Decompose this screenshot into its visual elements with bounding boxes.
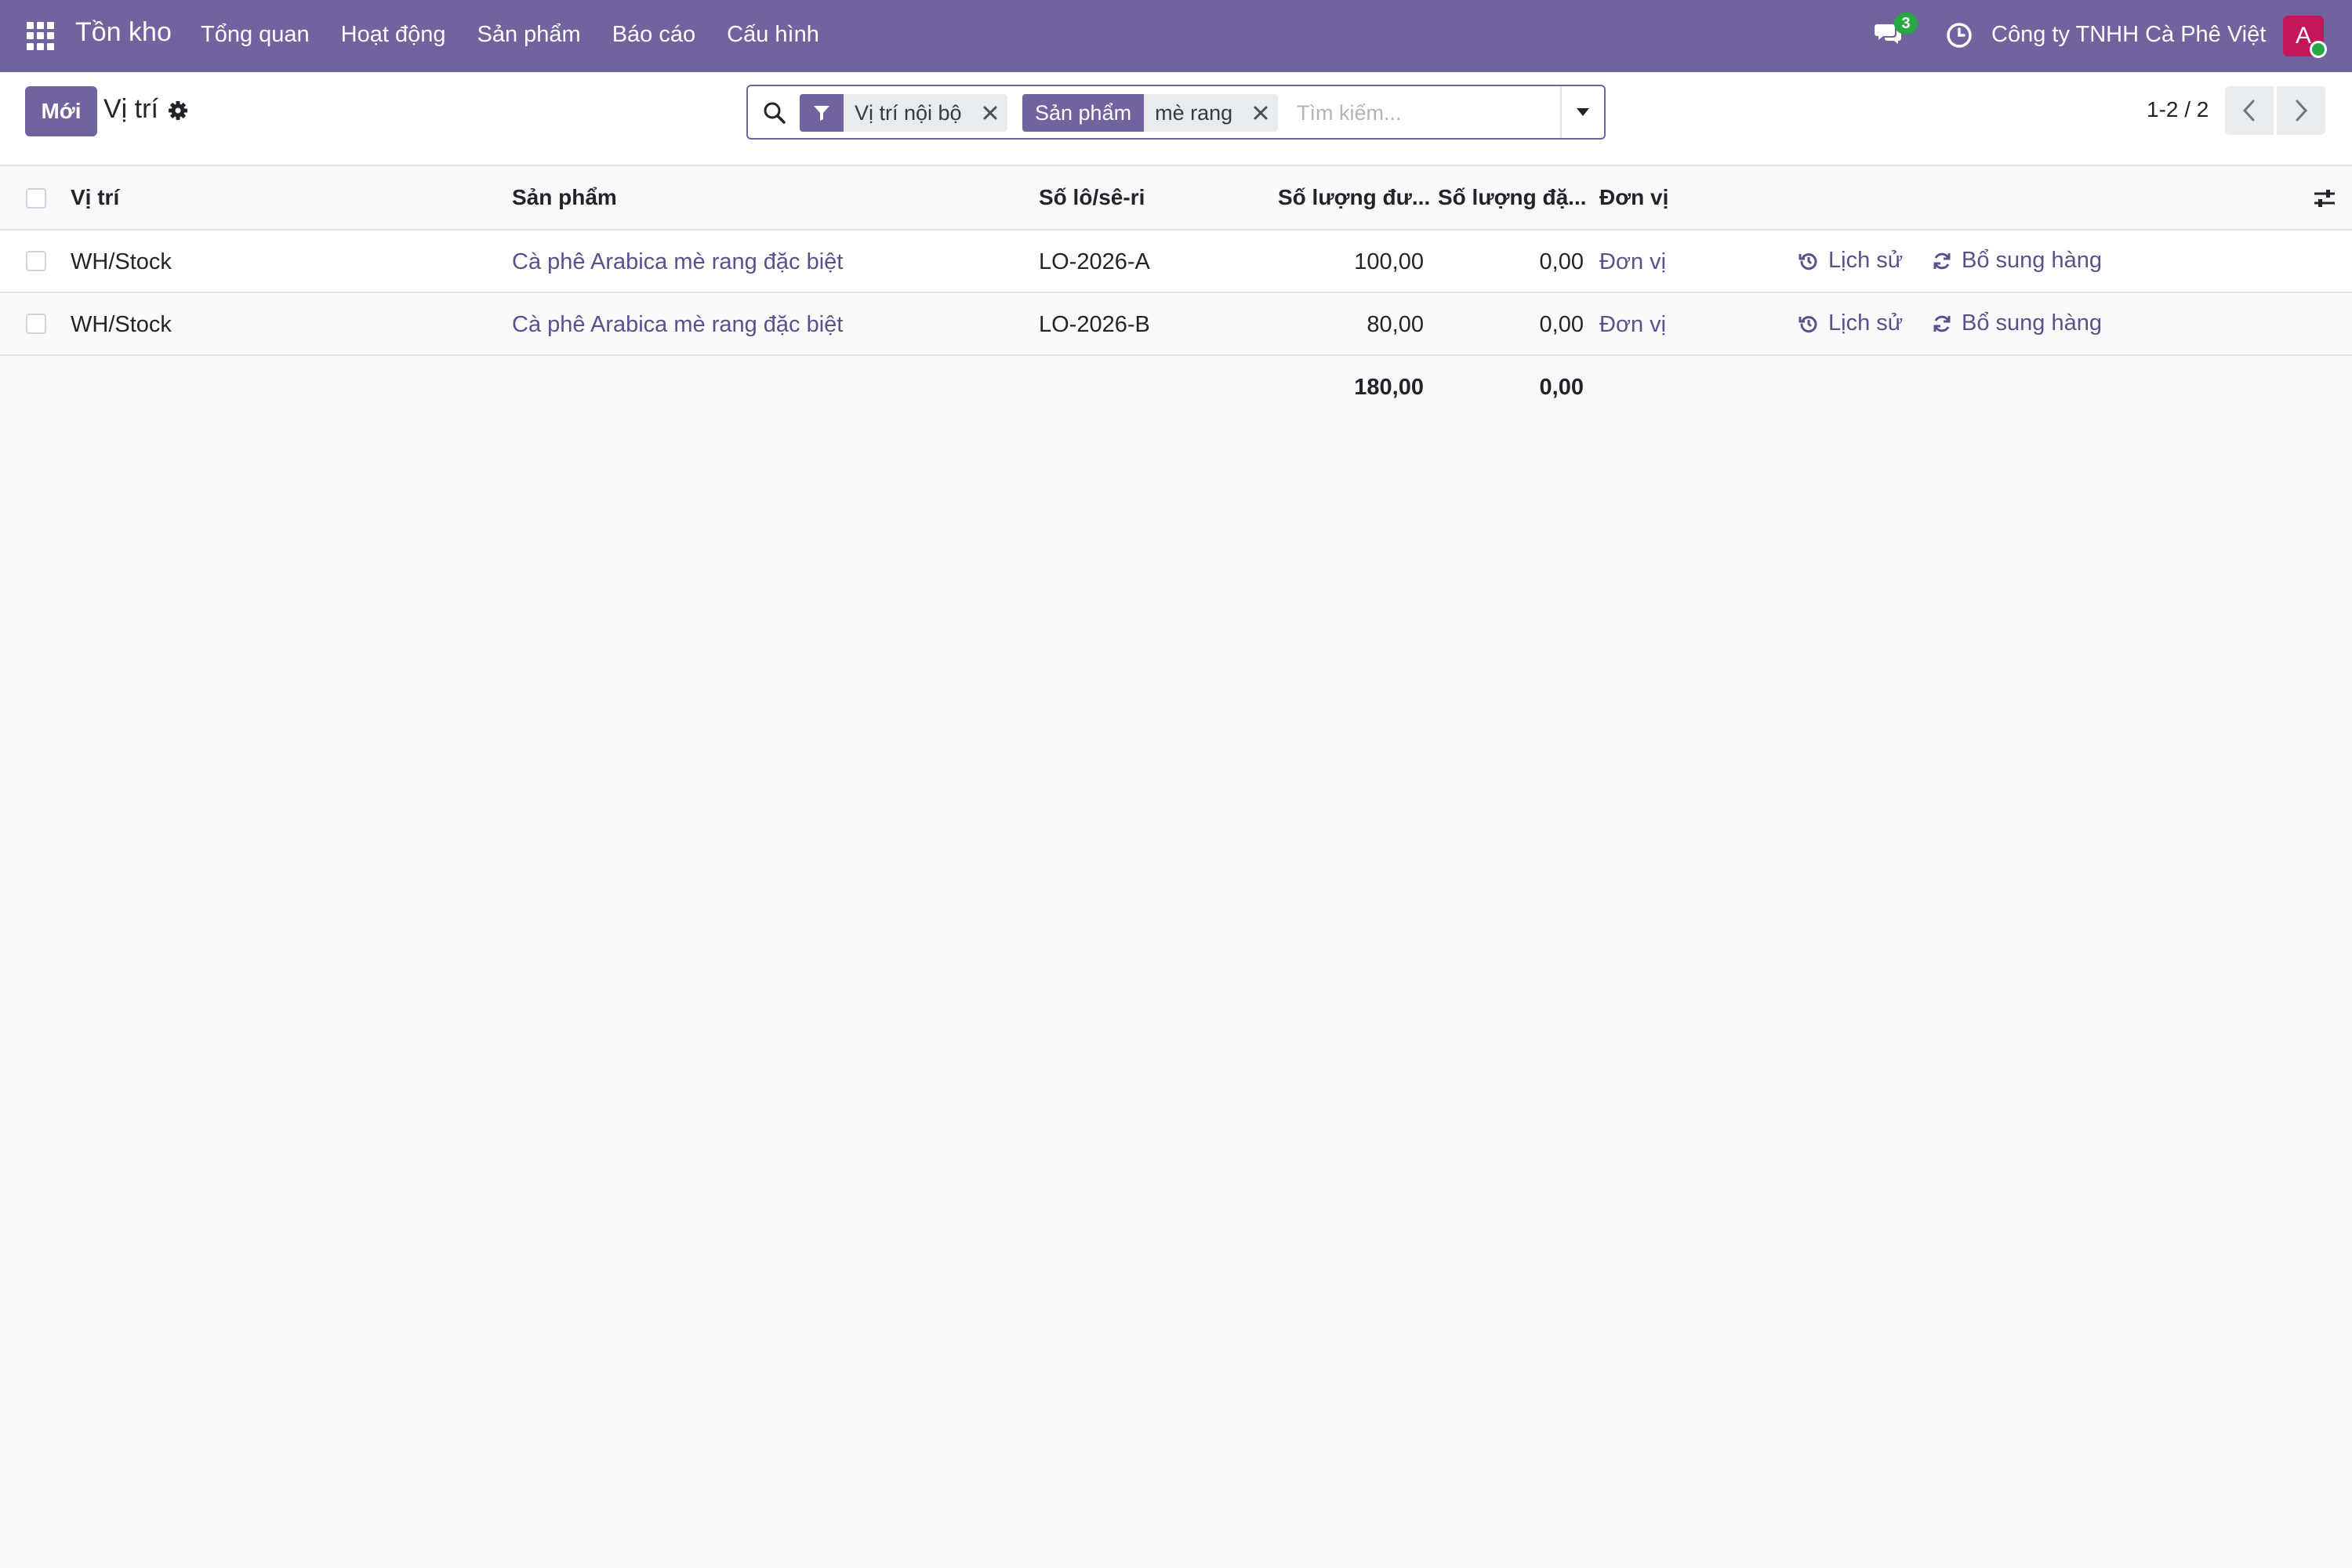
replenish-button[interactable]: Bổ sung hàng <box>1932 248 2102 274</box>
location-cell: WH/Stock <box>71 249 172 274</box>
filter-facet-label: Vị trí nội bộ <box>855 101 962 125</box>
search-box: Vị trí nội bộ Sản phẩm mè rang <box>746 85 1606 140</box>
column-header-qty-reserved[interactable]: Số lượng đặ... <box>1438 185 1587 210</box>
menu-item-operations[interactable]: Hoạt động <box>341 22 446 48</box>
menu-item-overview[interactable]: Tổng quan <box>201 22 310 48</box>
caret-down-icon <box>1577 108 1589 116</box>
chat-count-badge: 3 <box>1894 13 1918 34</box>
table-row[interactable]: WH/Stock Cà phê Arabica mè rang đặc biệt… <box>0 293 2352 356</box>
replenish-button-label: Bổ sung hàng <box>1962 310 2102 336</box>
pager-value[interactable]: 1-2 / 2 <box>2147 97 2209 122</box>
product-cell[interactable]: Cà phê Arabica mè rang đặc biệt <box>512 249 843 275</box>
remove-product-facet-icon[interactable] <box>1243 94 1278 132</box>
table-row[interactable]: WH/Stock Cà phê Arabica mè rang đặc biệt… <box>0 230 2352 293</box>
product-facet-value: mè rang <box>1155 101 1233 125</box>
qty-reserved-cell: 0,00 <box>1539 312 1584 337</box>
pager-next-button[interactable] <box>2277 86 2325 135</box>
qty-on-hand-cell: 100,00 <box>1354 249 1424 274</box>
product-facet-name: Sản phẩm <box>1022 94 1145 132</box>
online-status-dot <box>2310 41 2327 58</box>
column-header-lot[interactable]: Số lô/sê-ri <box>1039 185 1145 210</box>
remove-filter-facet-icon[interactable] <box>973 94 1007 132</box>
lot-cell: LO-2026-B <box>1039 312 1150 337</box>
menu-item-reporting[interactable]: Báo cáo <box>612 22 695 48</box>
search-icon[interactable] <box>762 100 787 125</box>
uom-cell[interactable]: Đơn vị <box>1599 249 1666 275</box>
filter-icon <box>800 94 844 132</box>
qty-reserved-cell: 0,00 <box>1539 249 1584 274</box>
pager-previous-button[interactable] <box>2225 86 2274 135</box>
row-checkbox[interactable] <box>26 251 46 271</box>
history-icon <box>1798 315 1817 332</box>
replenish-button-label: Bổ sung hàng <box>1962 248 2102 273</box>
uom-cell[interactable]: Đơn vị <box>1599 312 1666 338</box>
stock-list-table: Vị trí Sản phẩm Số lô/sê-ri Số lượng đư.… <box>0 166 2352 419</box>
column-header-qty-on-hand[interactable]: Số lượng đư... <box>1278 185 1430 210</box>
history-button-label: Lịch sử <box>1828 310 1904 336</box>
optional-columns-icon[interactable] <box>2313 187 2336 210</box>
refresh-icon <box>1933 315 1951 332</box>
product-cell[interactable]: Cà phê Arabica mè rang đặc biệt <box>512 312 843 338</box>
apps-menu-icon[interactable] <box>27 22 55 50</box>
history-button[interactable]: Lịch sử <box>1798 248 1903 274</box>
gear-icon[interactable] <box>168 100 188 121</box>
main-menu: Tổng quan Hoạt động Sản phẩm Báo cáo Cấu… <box>201 22 819 48</box>
totals-row: 180,00 0,00 <box>0 356 2352 419</box>
top-navbar: Tồn kho Tổng quan Hoạt động Sản phẩm Báo… <box>0 0 2352 72</box>
control-panel: Mới Vị trí Vị trí nội bộ Sản phẩm mè ran… <box>0 72 2352 166</box>
company-switcher[interactable]: Công ty TNHH Cà Phê Việt <box>1991 22 2266 48</box>
history-button-label: Lịch sử <box>1828 248 1904 273</box>
menu-item-configuration[interactable]: Cấu hình <box>727 22 819 48</box>
select-all-checkbox[interactable] <box>26 188 46 209</box>
page-title: Vị trí <box>103 94 158 124</box>
clock-icon[interactable] <box>1946 22 1973 49</box>
column-header-uom[interactable]: Đơn vị <box>1599 185 1668 210</box>
location-cell: WH/Stock <box>71 312 172 337</box>
lot-cell: LO-2026-A <box>1039 249 1150 274</box>
filter-facet: Vị trí nội bộ <box>800 94 1007 132</box>
qty-on-hand-cell: 80,00 <box>1367 312 1424 337</box>
menu-item-products[interactable]: Sản phẩm <box>477 22 581 48</box>
app-title[interactable]: Tồn kho <box>75 17 172 48</box>
search-options-toggle[interactable] <box>1560 86 1604 138</box>
product-facet: Sản phẩm mè rang <box>1022 94 1279 132</box>
chevron-left-icon <box>2242 100 2255 122</box>
replenish-button[interactable]: Bổ sung hàng <box>1932 310 2102 336</box>
column-header-product[interactable]: Sản phẩm <box>512 185 617 210</box>
total-qty-reserved: 0,00 <box>1539 375 1584 400</box>
history-icon <box>1798 252 1817 270</box>
history-button[interactable]: Lịch sử <box>1798 310 1903 336</box>
total-qty-on-hand: 180,00 <box>1354 375 1424 400</box>
search-input[interactable] <box>1297 96 1548 130</box>
table-header: Vị trí Sản phẩm Số lô/sê-ri Số lượng đư.… <box>0 166 2352 230</box>
column-header-location[interactable]: Vị trí <box>71 185 119 210</box>
chevron-right-icon <box>2296 100 2308 122</box>
refresh-icon <box>1933 252 1951 269</box>
new-button[interactable]: Mới <box>25 86 97 136</box>
row-checkbox[interactable] <box>26 314 46 334</box>
